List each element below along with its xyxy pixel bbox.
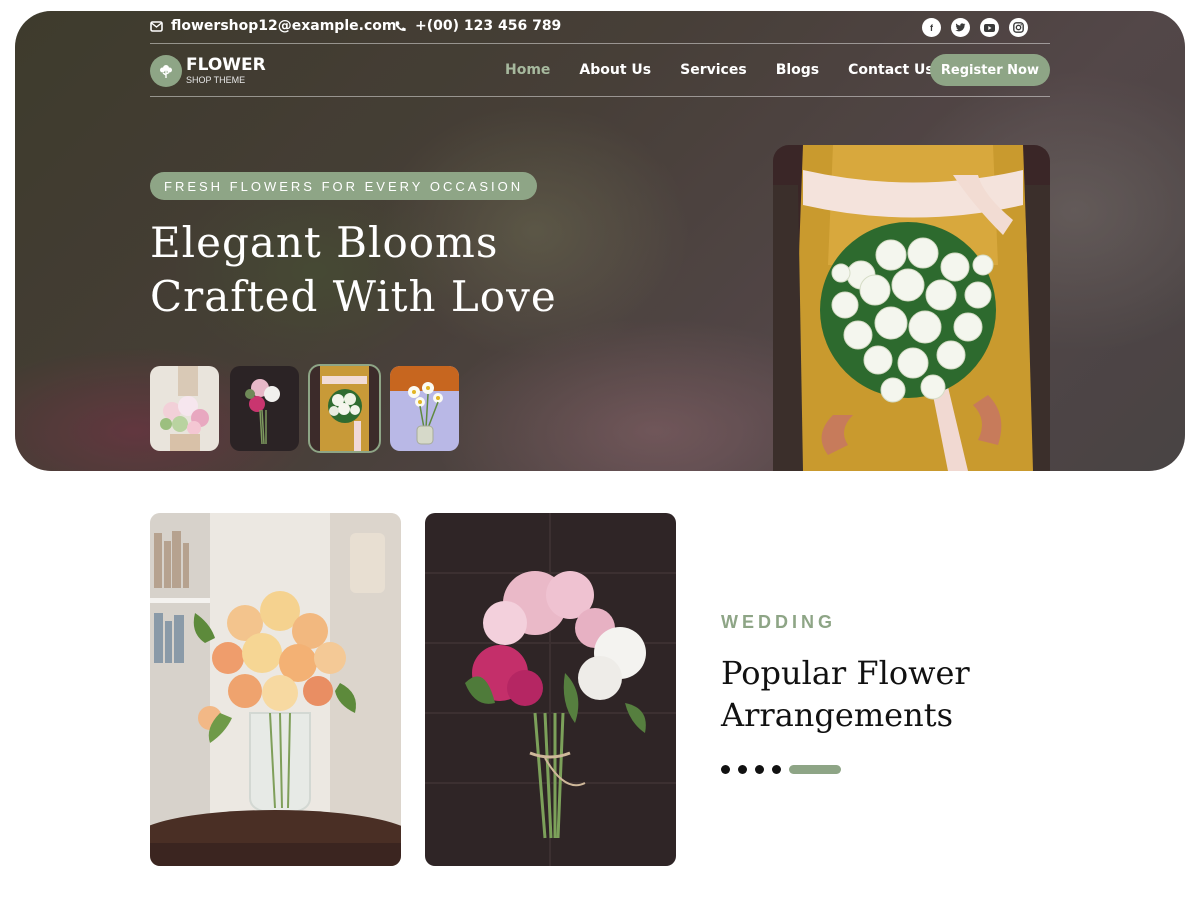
top-bar: flowershop12@example.com +(00) 123 456 7…	[150, 11, 1050, 44]
youtube-icon[interactable]	[980, 18, 999, 37]
twitter-icon[interactable]	[951, 18, 970, 37]
slider-dot-4[interactable]	[772, 765, 781, 774]
instagram-icon[interactable]	[1009, 18, 1028, 37]
mail-icon	[150, 20, 163, 33]
nav-blogs[interactable]: Blogs	[776, 62, 819, 78]
nav-services[interactable]: Services	[680, 62, 747, 78]
flower-logo-icon	[150, 55, 182, 87]
slider-pagination	[721, 765, 841, 774]
main-navbar: FLOWER SHOP THEME Home About Us Services…	[150, 44, 1050, 97]
section-eyebrow: WEDDING	[721, 612, 836, 632]
nav-about-us[interactable]: About Us	[579, 62, 651, 78]
social-links: f	[922, 18, 1028, 37]
logo-title: FLOWER	[186, 55, 266, 75]
section-title: Popular Flower Arrangements	[721, 654, 970, 734]
nav-home[interactable]: Home	[505, 62, 550, 78]
register-now-button[interactable]: Register Now	[929, 54, 1050, 86]
arrangement-card-peony-bouquet[interactable]	[425, 513, 676, 866]
hero-tagline: FRESH FLOWERS FOR EVERY OCCASION	[150, 172, 538, 200]
phone-text: +(00) 123 456 789	[415, 18, 562, 34]
email-text: flowershop12@example.com	[171, 18, 397, 34]
hero-featured-bouquet-image	[773, 145, 1050, 471]
phone-contact[interactable]: +(00) 123 456 789	[394, 18, 561, 34]
phone-icon	[394, 20, 407, 33]
thumbnail-pastel-bouquet[interactable]	[150, 366, 219, 451]
slider-dot-active[interactable]	[789, 765, 841, 774]
arrangement-card-roses-vase[interactable]	[150, 513, 401, 866]
primary-nav: Home About Us Services Blogs Contact Us	[505, 62, 934, 78]
nav-contact-us[interactable]: Contact Us	[848, 62, 934, 78]
email-contact[interactable]: flowershop12@example.com	[150, 18, 396, 34]
hero-banner: flowershop12@example.com +(00) 123 456 7…	[15, 11, 1185, 471]
thumbnail-white-rose-bouquet[interactable]	[308, 364, 381, 453]
hero-thumbnails	[150, 364, 459, 453]
thumbnail-dark-peony-bouquet[interactable]	[230, 366, 299, 451]
facebook-icon[interactable]: f	[922, 18, 941, 37]
slider-dot-2[interactable]	[738, 765, 747, 774]
site-logo[interactable]: FLOWER SHOP THEME	[150, 55, 266, 87]
thumbnail-daisy-jar[interactable]	[390, 366, 459, 451]
logo-subtitle: SHOP THEME	[186, 75, 246, 85]
slider-dot-1[interactable]	[721, 765, 730, 774]
slider-dot-3[interactable]	[755, 765, 764, 774]
hero-title: Elegant Blooms Crafted With Love	[150, 218, 557, 321]
